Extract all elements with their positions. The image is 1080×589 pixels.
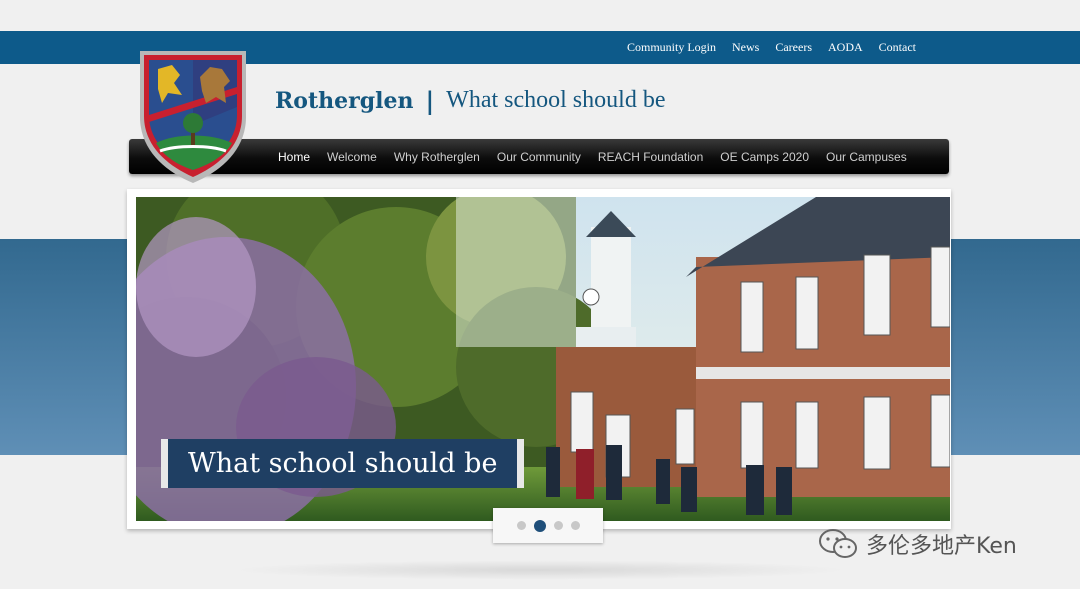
news-link[interactable]: News bbox=[732, 40, 759, 55]
slide-dot-1[interactable] bbox=[516, 521, 526, 530]
watermark-text: 多伦多地产Ken bbox=[866, 534, 1017, 559]
nav-our-campuses[interactable]: Our Campuses bbox=[826, 150, 907, 164]
wechat-icon bbox=[819, 529, 857, 558]
slider-drop-shadow bbox=[230, 560, 850, 580]
slide-dot-2[interactable] bbox=[533, 519, 546, 532]
slide-caption-text: What school should be bbox=[188, 448, 498, 479]
slider-pagination bbox=[493, 508, 603, 543]
brand-separator: | bbox=[425, 86, 435, 115]
community-login-link[interactable]: Community Login bbox=[627, 40, 716, 55]
nav-home[interactable]: Home bbox=[278, 150, 310, 164]
aoda-link[interactable]: AODA bbox=[828, 40, 863, 55]
slide-dot-4[interactable] bbox=[570, 521, 580, 530]
watermark: 多伦多地产Ken bbox=[818, 528, 1017, 560]
school-crest-logo[interactable] bbox=[136, 47, 250, 185]
nav-oe-camps[interactable]: OE Camps 2020 bbox=[720, 150, 809, 164]
top-links: Community Login News Careers AODA Contac… bbox=[627, 31, 916, 64]
contact-link[interactable]: Contact bbox=[879, 40, 916, 55]
nav-reach-foundation[interactable]: REACH Foundation bbox=[598, 150, 703, 164]
school-tagline: What school should be bbox=[446, 87, 666, 113]
slide-dot-3[interactable] bbox=[553, 521, 563, 530]
school-name: Rotherglen bbox=[275, 87, 414, 114]
careers-link[interactable]: Careers bbox=[775, 40, 812, 55]
nav-why-rotherglen[interactable]: Why Rotherglen bbox=[394, 150, 480, 164]
nav-our-community[interactable]: Our Community bbox=[497, 150, 581, 164]
nav-welcome[interactable]: Welcome bbox=[327, 150, 377, 164]
slide-caption: What school should be bbox=[161, 439, 525, 488]
brand-heading: Rotherglen | What school should be bbox=[275, 86, 665, 115]
main-nav: Home Welcome Why Rotherglen Our Communit… bbox=[129, 139, 949, 174]
